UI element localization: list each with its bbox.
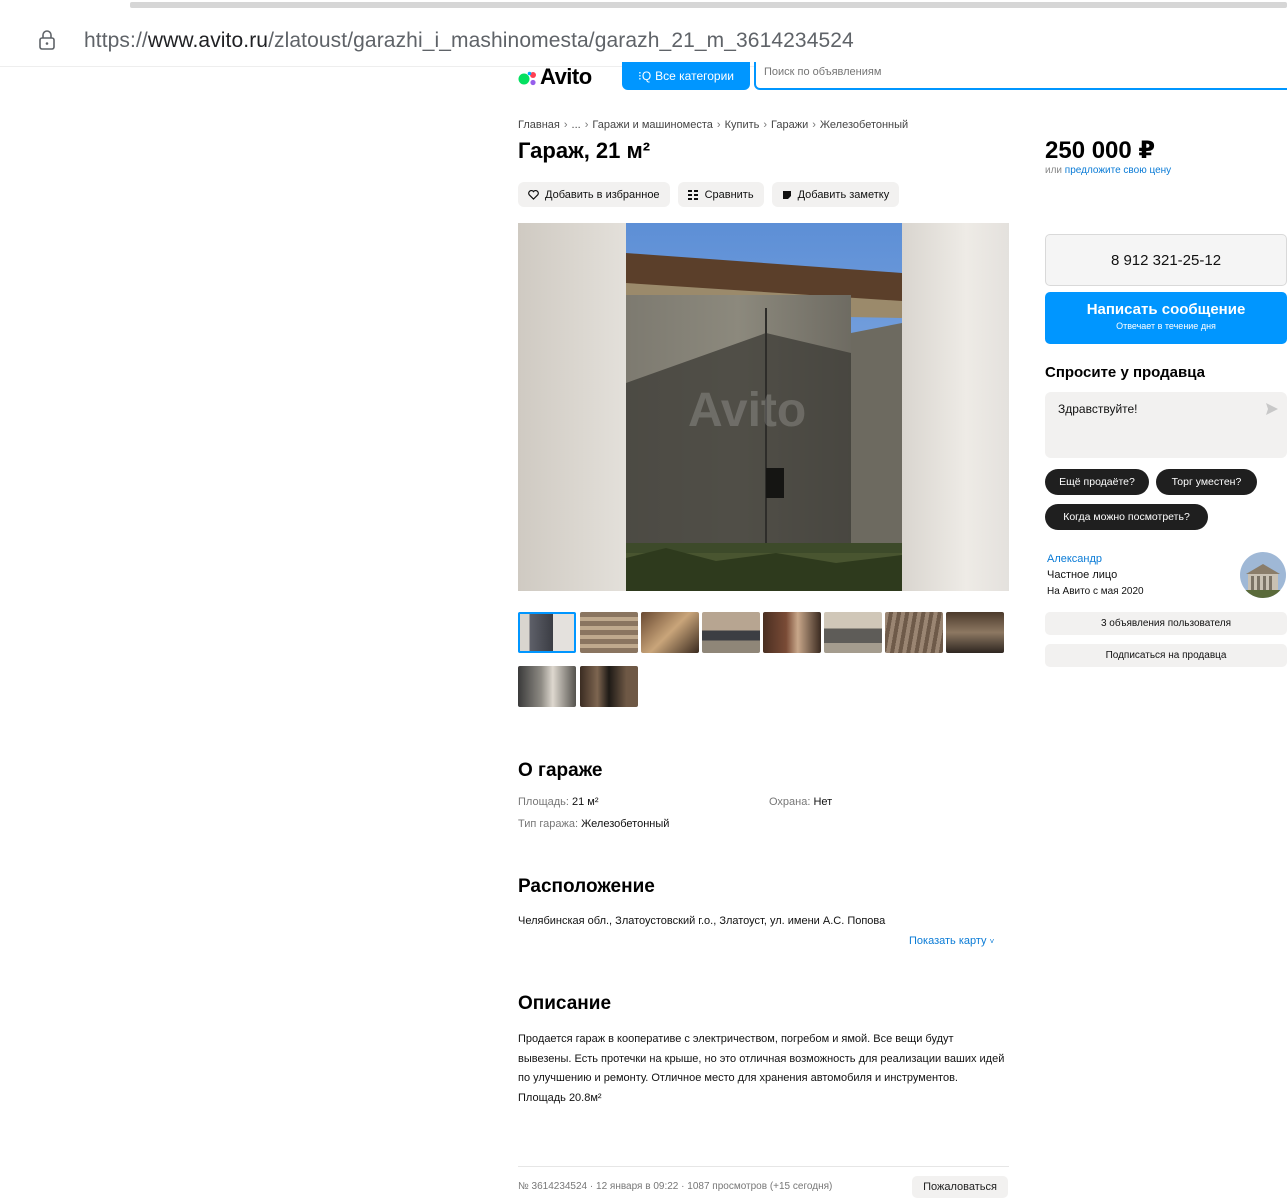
send-icon[interactable] bbox=[1265, 402, 1279, 416]
crumb-ellipsis[interactable]: ... bbox=[572, 119, 581, 131]
categories-label: Все категории bbox=[655, 69, 734, 83]
ask-seller-input[interactable]: Здравствуйте! bbox=[1045, 392, 1287, 458]
show-map-label: Показать карту bbox=[909, 935, 987, 947]
seller-type: Частное лицо bbox=[1047, 569, 1118, 581]
param-security-value: Нет bbox=[813, 796, 833, 808]
param-type-label: Тип гаража: bbox=[518, 818, 579, 830]
crumb-concrete[interactable]: Железобетонный bbox=[820, 119, 908, 131]
write-message-button[interactable]: Написать сообщение Отвечает в течение дн… bbox=[1045, 292, 1287, 344]
offer-prefix: или bbox=[1045, 165, 1063, 176]
logo-text: Avito bbox=[540, 64, 592, 89]
address-bar[interactable]: https://www.avito.ru/zlatoust/garazhi_i_… bbox=[0, 14, 1287, 67]
location-heading: Расположение bbox=[518, 876, 655, 897]
quick-question-when-view[interactable]: Когда можно посмотреть? bbox=[1045, 504, 1208, 530]
param-security-label: Охрана: bbox=[769, 796, 811, 808]
seller-name-link[interactable]: Александр bbox=[1047, 553, 1102, 565]
logo-dots-icon bbox=[518, 71, 536, 86]
avito-watermark: Avito bbox=[688, 384, 807, 437]
thumbnail-4[interactable] bbox=[702, 612, 760, 653]
ask-seller-heading: Спросите у продавца bbox=[1045, 364, 1205, 381]
compare-button[interactable]: Сравнить bbox=[677, 182, 764, 207]
thumbnail-9[interactable] bbox=[518, 666, 576, 707]
search-input[interactable] bbox=[756, 62, 1272, 82]
crumb-garages-parking[interactable]: Гаражи и машиноместа bbox=[592, 119, 713, 131]
page-title: Гараж, 21 м² bbox=[518, 138, 651, 163]
add-note-button[interactable]: Добавить заметку bbox=[771, 182, 900, 207]
offer-price: или предложите свою цену bbox=[1045, 165, 1171, 176]
categories-icon: ⁝Q bbox=[638, 69, 652, 83]
description-heading: Описание bbox=[518, 993, 612, 1014]
crumb-home[interactable]: Главная bbox=[518, 119, 560, 131]
all-categories-button[interactable]: ⁝Q Все категории bbox=[622, 62, 750, 90]
thumbnail-7[interactable] bbox=[885, 612, 943, 653]
photo-blur-right bbox=[902, 223, 1009, 591]
compare-label: Сравнить bbox=[704, 188, 754, 201]
quick-question-bargain[interactable]: Торг уместен? bbox=[1156, 469, 1257, 495]
thumbnail-6[interactable] bbox=[824, 612, 882, 653]
site-header: Avito ⁝Q Все категории bbox=[518, 62, 1287, 92]
thumbnail-1[interactable] bbox=[518, 612, 576, 653]
add-favorite-button[interactable]: Добавить в избранное bbox=[518, 182, 670, 207]
response-time: Отвечает в течение дня bbox=[1116, 321, 1216, 331]
write-message-label: Написать сообщение bbox=[1086, 301, 1246, 318]
param-area-label: Площадь: bbox=[518, 796, 569, 808]
crumb-buy[interactable]: Купить bbox=[725, 119, 760, 131]
quick-question-still-selling[interactable]: Ещё продаёте? bbox=[1045, 469, 1149, 495]
compare-icon bbox=[687, 189, 698, 200]
description-area-line: Площадь 20.8м² bbox=[518, 1091, 602, 1104]
avatar[interactable] bbox=[1240, 552, 1286, 598]
browser-top-strip bbox=[0, 0, 1287, 8]
favorite-label: Добавить в избранное bbox=[545, 188, 660, 201]
crumb-sep: › bbox=[763, 119, 768, 131]
lock-icon bbox=[39, 30, 55, 50]
seller-listings-button[interactable]: 3 объявления пользователя bbox=[1045, 612, 1287, 635]
description-body: Продается гараж в кооперативе с электрич… bbox=[518, 1030, 1008, 1108]
thumbnail-3[interactable] bbox=[641, 612, 699, 653]
param-area: Площадь: 21 м² bbox=[518, 796, 599, 808]
param-type-value: Железобетонный bbox=[581, 818, 670, 830]
crumb-sep: › bbox=[812, 119, 816, 131]
url-text[interactable]: https://www.avito.ru/zlatoust/garazhi_i_… bbox=[84, 29, 854, 53]
tab-strip bbox=[130, 2, 1287, 8]
address-text: Челябинская обл., Златоустовский г.о., З… bbox=[518, 915, 886, 927]
main-photo[interactable]: Avito bbox=[518, 223, 1009, 591]
note-icon bbox=[782, 190, 791, 199]
breadcrumb: Главная ›... › Гаражи и машиноместа › Купить ›… bbox=[518, 119, 908, 131]
heart-icon bbox=[528, 189, 539, 200]
seller-since: На Авито с мая 2020 bbox=[1047, 586, 1144, 597]
show-phone-button[interactable]: 8 912 321-25-12 bbox=[1045, 234, 1287, 286]
crumb-garages[interactable]: Гаражи bbox=[771, 119, 808, 131]
search-field[interactable] bbox=[754, 62, 1287, 90]
description-text: Продается гараж в кооперативе с электрич… bbox=[518, 1033, 1005, 1084]
crumb-sep: › bbox=[563, 119, 568, 131]
crumb-sep: › bbox=[584, 119, 589, 131]
about-heading: О гараже bbox=[518, 760, 603, 781]
complain-button[interactable]: Пожаловаться bbox=[912, 1176, 1008, 1198]
thumbnail-8[interactable] bbox=[946, 612, 1004, 653]
listing-actions: Добавить в избранное Сравнить Добавить з… bbox=[518, 182, 900, 207]
thumbnail-2[interactable] bbox=[580, 612, 638, 653]
note-label: Добавить заметку bbox=[797, 188, 890, 201]
param-area-value: 21 м² bbox=[572, 796, 599, 808]
crumb-sep: › bbox=[716, 119, 721, 131]
thumbnail-10[interactable] bbox=[580, 666, 638, 707]
param-type: Тип гаража: Железобетонный bbox=[518, 818, 669, 830]
listing-meta: № 3614234524 · 12 января в 09:22 · 1087 … bbox=[518, 1181, 833, 1192]
footer-divider bbox=[518, 1166, 1009, 1167]
subscribe-seller-button[interactable]: Подписаться на продавца bbox=[1045, 644, 1287, 667]
price: 250 000 ₽ bbox=[1045, 137, 1156, 164]
thumbnail-5[interactable] bbox=[763, 612, 821, 653]
show-map-link[interactable]: Показать карту ˅ bbox=[909, 935, 994, 947]
chevron-down-icon: ˅ bbox=[989, 937, 995, 946]
param-security: Охрана: Нет bbox=[769, 796, 832, 808]
ask-seller-text[interactable]: Здравствуйте! bbox=[1058, 402, 1138, 416]
offer-price-link[interactable]: предложите свою цену bbox=[1065, 165, 1171, 176]
